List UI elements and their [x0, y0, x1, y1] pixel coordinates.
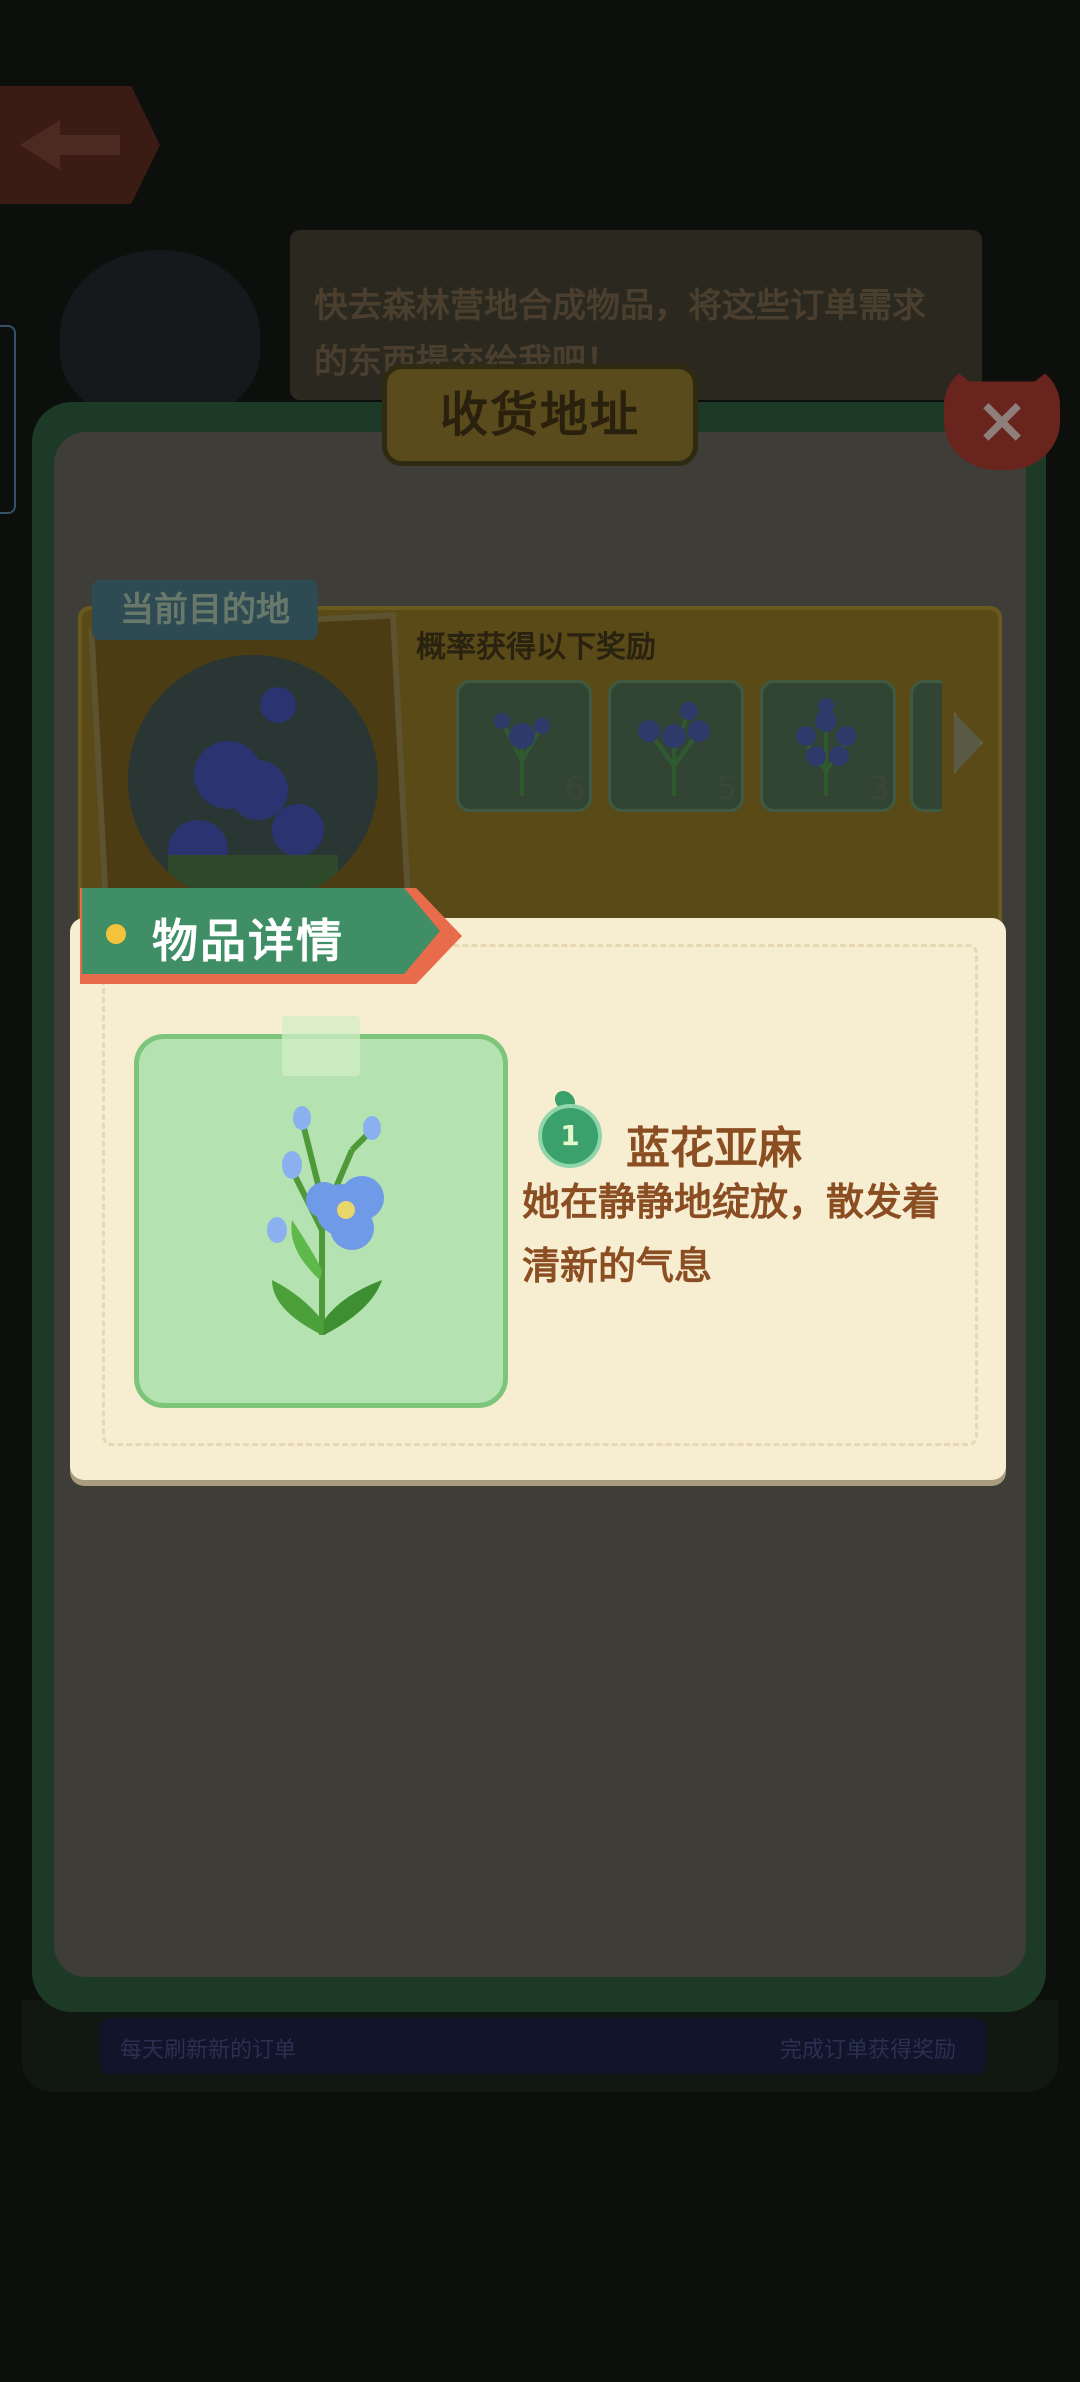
tape-decoration	[282, 1016, 360, 1076]
bottom-left-text: 每天刷新新的订单	[120, 2038, 297, 2063]
item-name: 蓝花亚麻	[626, 1123, 802, 1174]
item-detail-title: 物品详情	[152, 914, 344, 968]
level-badge: 1	[538, 1104, 602, 1168]
blue-flax-flower-icon	[267, 1106, 384, 1335]
back-button[interactable]	[0, 86, 160, 204]
bottom-info-bar: 每天刷新新的订单 完成订单获得奖励	[100, 2018, 986, 2074]
flax-bouquet-icon	[796, 698, 856, 796]
reward-count: 6	[564, 769, 585, 807]
destination-tag: 当前目的地	[92, 580, 318, 640]
destination-image	[128, 655, 378, 905]
back-arrow-icon	[20, 120, 120, 170]
reward-count: 5	[716, 769, 737, 807]
reward-title: 概率获得以下奖励	[416, 630, 656, 665]
left-side-tab[interactable]	[0, 325, 16, 514]
reward-item-slot-partial[interactable]	[910, 680, 942, 812]
bottom-right-text: 完成订单获得奖励	[779, 2038, 956, 2063]
panel-title: 收货地址	[382, 364, 698, 466]
flax-flower-icon	[494, 713, 550, 796]
close-icon: ×	[975, 384, 1029, 458]
reward-item-slot[interactable]: 6	[456, 680, 592, 812]
item-description: 她在静静地绽放，散发着清新的气息	[522, 1180, 941, 1288]
mascot-character	[60, 250, 260, 420]
flax-bunch-icon	[638, 702, 710, 796]
reward-item-slot[interactable]: 5	[608, 680, 744, 812]
reward-count: 3	[868, 769, 889, 807]
tag-dot-icon	[106, 924, 126, 944]
reward-item-slot[interactable]: 3	[760, 680, 896, 812]
